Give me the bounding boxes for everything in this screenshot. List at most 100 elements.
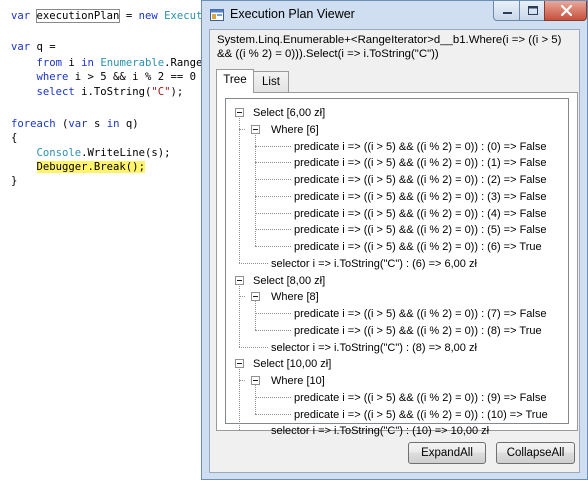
code-token: } — [11, 175, 18, 187]
close-button[interactable] — [544, 1, 587, 21]
code-token: foreach — [11, 118, 56, 130]
tree-node-leaf[interactable]: predicate i => ((i > 5) && ((i % 2) = 0)… — [294, 156, 546, 170]
tree-connector-line — [255, 229, 291, 231]
code-token: Execut — [164, 10, 203, 22]
code-line: foreach (var s in q) — [11, 117, 139, 132]
window-title: Execution Plan Viewer — [230, 7, 355, 21]
tree-tab-panel: Select [6,00 zł] Where [6] predicate i => … — [216, 92, 578, 437]
tree-node-leaf[interactable]: predicate i => ((i > 5) && ((i % 2) = 0)… — [294, 391, 546, 405]
code-line: var q = — [11, 40, 56, 55]
maximize-icon — [528, 6, 538, 15]
collapse-toggle-icon[interactable] — [251, 376, 260, 385]
tree-connector-line — [239, 296, 245, 298]
tree-connector-line — [239, 430, 268, 432]
code-token: var — [11, 10, 37, 22]
collapse-toggle-icon[interactable] — [235, 275, 244, 285]
tree-node-group[interactable]: Where [6] — [271, 123, 319, 137]
tree-connector-line — [239, 380, 245, 381]
code-line: Debugger.Break(); — [11, 160, 145, 175]
tree-connector-line — [255, 246, 291, 247]
code-line: where i > 5 && i % 2 == 0 — [11, 70, 196, 85]
window-client-area: System.Linq.Enumerable+<RangeIterator>d_… — [209, 29, 580, 473]
code-token: Enumerable — [100, 57, 165, 69]
code-token: s — [87, 118, 107, 130]
expand-all-button[interactable]: ExpandAll — [408, 442, 486, 464]
code-line: var executionPlan = new Execut — [11, 9, 202, 24]
code-token: i > 5 && i % 2 == 0 — [68, 71, 196, 83]
code-line: Console.WriteLine(s); — [11, 146, 171, 161]
tree-connector-line — [255, 195, 291, 197]
code-token: select — [36, 86, 75, 98]
tab-list[interactable]: List — [253, 71, 289, 93]
tree-connector-line — [255, 313, 291, 314]
collapse-toggle-icon[interactable] — [251, 292, 260, 302]
code-line: { — [11, 131, 17, 146]
code-token: ( — [55, 118, 69, 130]
tree-node-group[interactable]: Select [10,00 zł] — [253, 357, 331, 371]
window-icon — [210, 7, 224, 21]
collapse-toggle-icon[interactable] — [235, 359, 244, 369]
tree-connector-line — [255, 145, 291, 147]
maximize-button[interactable] — [519, 1, 545, 21]
tree-node-leaf[interactable]: selector i => i.ToString("C") : (8) => 8… — [271, 341, 477, 355]
tree-node-group[interactable]: Select [8,00 zł] — [253, 274, 325, 288]
tree-connector-line — [255, 329, 291, 331]
code-token: i — [62, 57, 82, 69]
code-token: i.ToString( — [74, 86, 152, 98]
code-token: = — [119, 10, 139, 22]
code-token: q) — [119, 118, 139, 130]
tree-node-leaf[interactable]: predicate i => ((i > 5) && ((i % 2) = 0)… — [294, 307, 546, 321]
tree-node-leaf[interactable]: predicate i => ((i > 5) && ((i % 2) = 0)… — [294, 240, 542, 254]
minimize-icon — [503, 12, 512, 14]
code-token: where — [36, 71, 69, 83]
code-token: in — [81, 57, 94, 69]
minimize-button[interactable] — [493, 1, 520, 21]
tree-connector-line — [255, 212, 291, 214]
collapse-toggle-icon[interactable] — [251, 124, 260, 134]
tree-node-group[interactable]: Where [8] — [271, 290, 319, 304]
tree-node-leaf[interactable]: predicate i => ((i > 5) && ((i % 2) = 0)… — [294, 140, 546, 154]
collapse-all-button[interactable]: CollapseAll — [496, 442, 575, 464]
tree-node-leaf[interactable]: predicate i => ((i > 5) && ((i % 2) = 0)… — [294, 207, 546, 221]
tree-connector-line — [239, 128, 245, 130]
tree-connector-line — [239, 112, 240, 263]
expression-text: System.Linq.Enumerable+<RangeIterator>d_… — [217, 34, 562, 60]
code-token: ); — [170, 86, 184, 98]
code-token: .WriteLine(s); — [81, 147, 171, 159]
code-token: { — [11, 132, 18, 144]
code-token: from — [36, 57, 63, 69]
code-token: Console — [36, 147, 82, 159]
execution-tree[interactable]: Select [6,00 zł] Where [6] predicate i => … — [225, 98, 569, 437]
tree-node-leaf[interactable]: predicate i => ((i > 5) && ((i % 2) = 0)… — [294, 190, 546, 204]
tree-node-leaf[interactable]: selector i => i.ToString("C") : (10) => … — [271, 424, 489, 438]
close-icon — [560, 4, 573, 17]
tree-connector-line — [255, 413, 291, 415]
tree-connector-line — [255, 179, 291, 180]
code-token: q = — [36, 41, 56, 53]
code-token: var — [11, 41, 37, 53]
code-token: var — [68, 118, 88, 130]
tree-connector-line — [239, 279, 240, 347]
code-line: select i.ToString("C"); — [11, 85, 184, 100]
tree-connector-line — [239, 346, 268, 348]
tree-node-group[interactable]: Select [6,00 zł] — [253, 106, 325, 120]
current-statement-highlight: Debugger.Break(); — [36, 161, 145, 173]
tree-node-leaf[interactable]: predicate i => ((i > 5) && ((i % 2) = 0)… — [294, 324, 542, 338]
code-editor[interactable]: var executionPlan = new Execut var q = fr… — [0, 0, 220, 480]
tree-node-leaf[interactable]: predicate i => ((i > 5) && ((i % 2) = 0)… — [294, 223, 546, 237]
code-line: from i in Enumerable.Range — [11, 56, 203, 71]
execution-plan-window: Execution Plan Viewer System.Linq.Enumer… — [201, 0, 588, 480]
tree-node-group[interactable]: Where [10] — [271, 374, 325, 388]
tree-node-leaf[interactable]: selector i => i.ToString("C") : (6) => 6… — [271, 257, 477, 271]
title-bar[interactable]: Execution Plan Viewer — [202, 1, 587, 29]
tab-tree[interactable]: Tree — [216, 69, 254, 93]
collapse-toggle-icon[interactable] — [235, 108, 244, 117]
code-token: in — [106, 118, 120, 130]
tree-node-leaf[interactable]: predicate i => ((i > 5) && ((i % 2) = 0)… — [294, 408, 548, 422]
tree-node-leaf[interactable]: predicate i => ((i > 5) && ((i % 2) = 0)… — [294, 173, 546, 187]
